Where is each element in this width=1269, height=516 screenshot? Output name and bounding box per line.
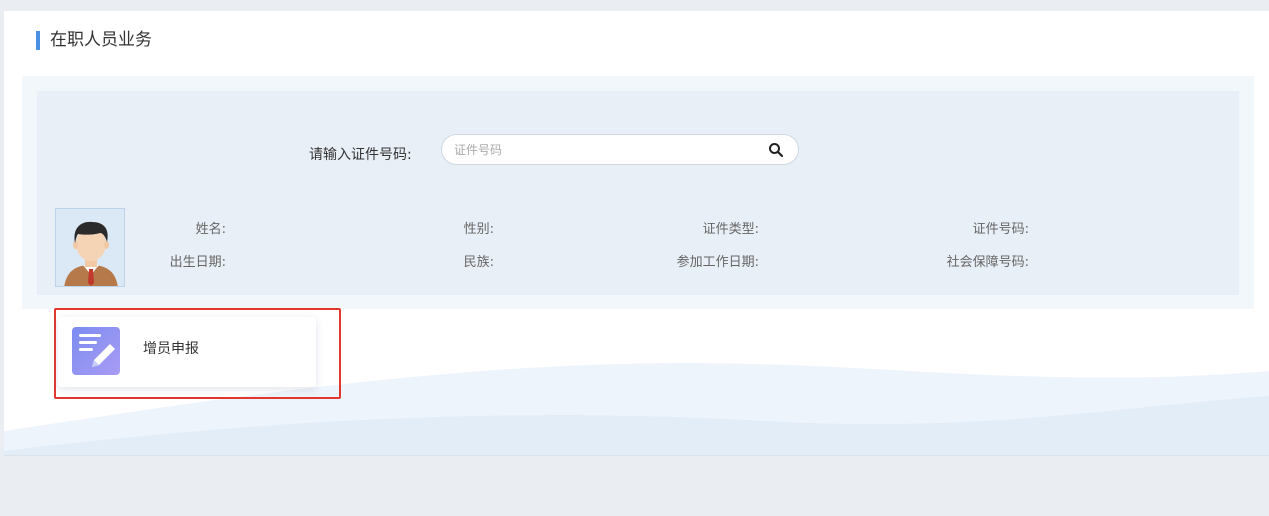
id-type-label: 证件类型: [702,222,759,237]
search-icon[interactable] [768,142,784,158]
search-label: 请输入证件号码: [309,147,412,163]
business-panel: 在职人员业务 请输入证件号码: 姓名: 性别: 证件类型: 证件号码: 出生日期… [4,11,1269,456]
section-title: 在职人员业务 [50,30,152,50]
search-box [441,134,799,165]
add-member-declaration-label: 增员申报 [143,341,199,357]
birth-date-label: 出生日期: [169,255,226,270]
id-number-search-input[interactable] [442,135,752,164]
add-member-declaration-card[interactable]: 增员申报 [58,317,316,387]
gender-label: 性别: [463,222,494,237]
section-header: 在职人员业务 [36,29,152,51]
avatar [55,208,125,287]
title-accent-bar [36,30,40,50]
edit-document-icon [72,327,120,375]
name-label: 姓名: [195,222,226,237]
social-security-number-label: 社会保障号码: [946,255,1029,270]
id-number-label: 证件号码: [972,222,1029,237]
work-start-date-label: 参加工作日期: [676,255,759,270]
ethnicity-label: 民族: [463,255,494,270]
